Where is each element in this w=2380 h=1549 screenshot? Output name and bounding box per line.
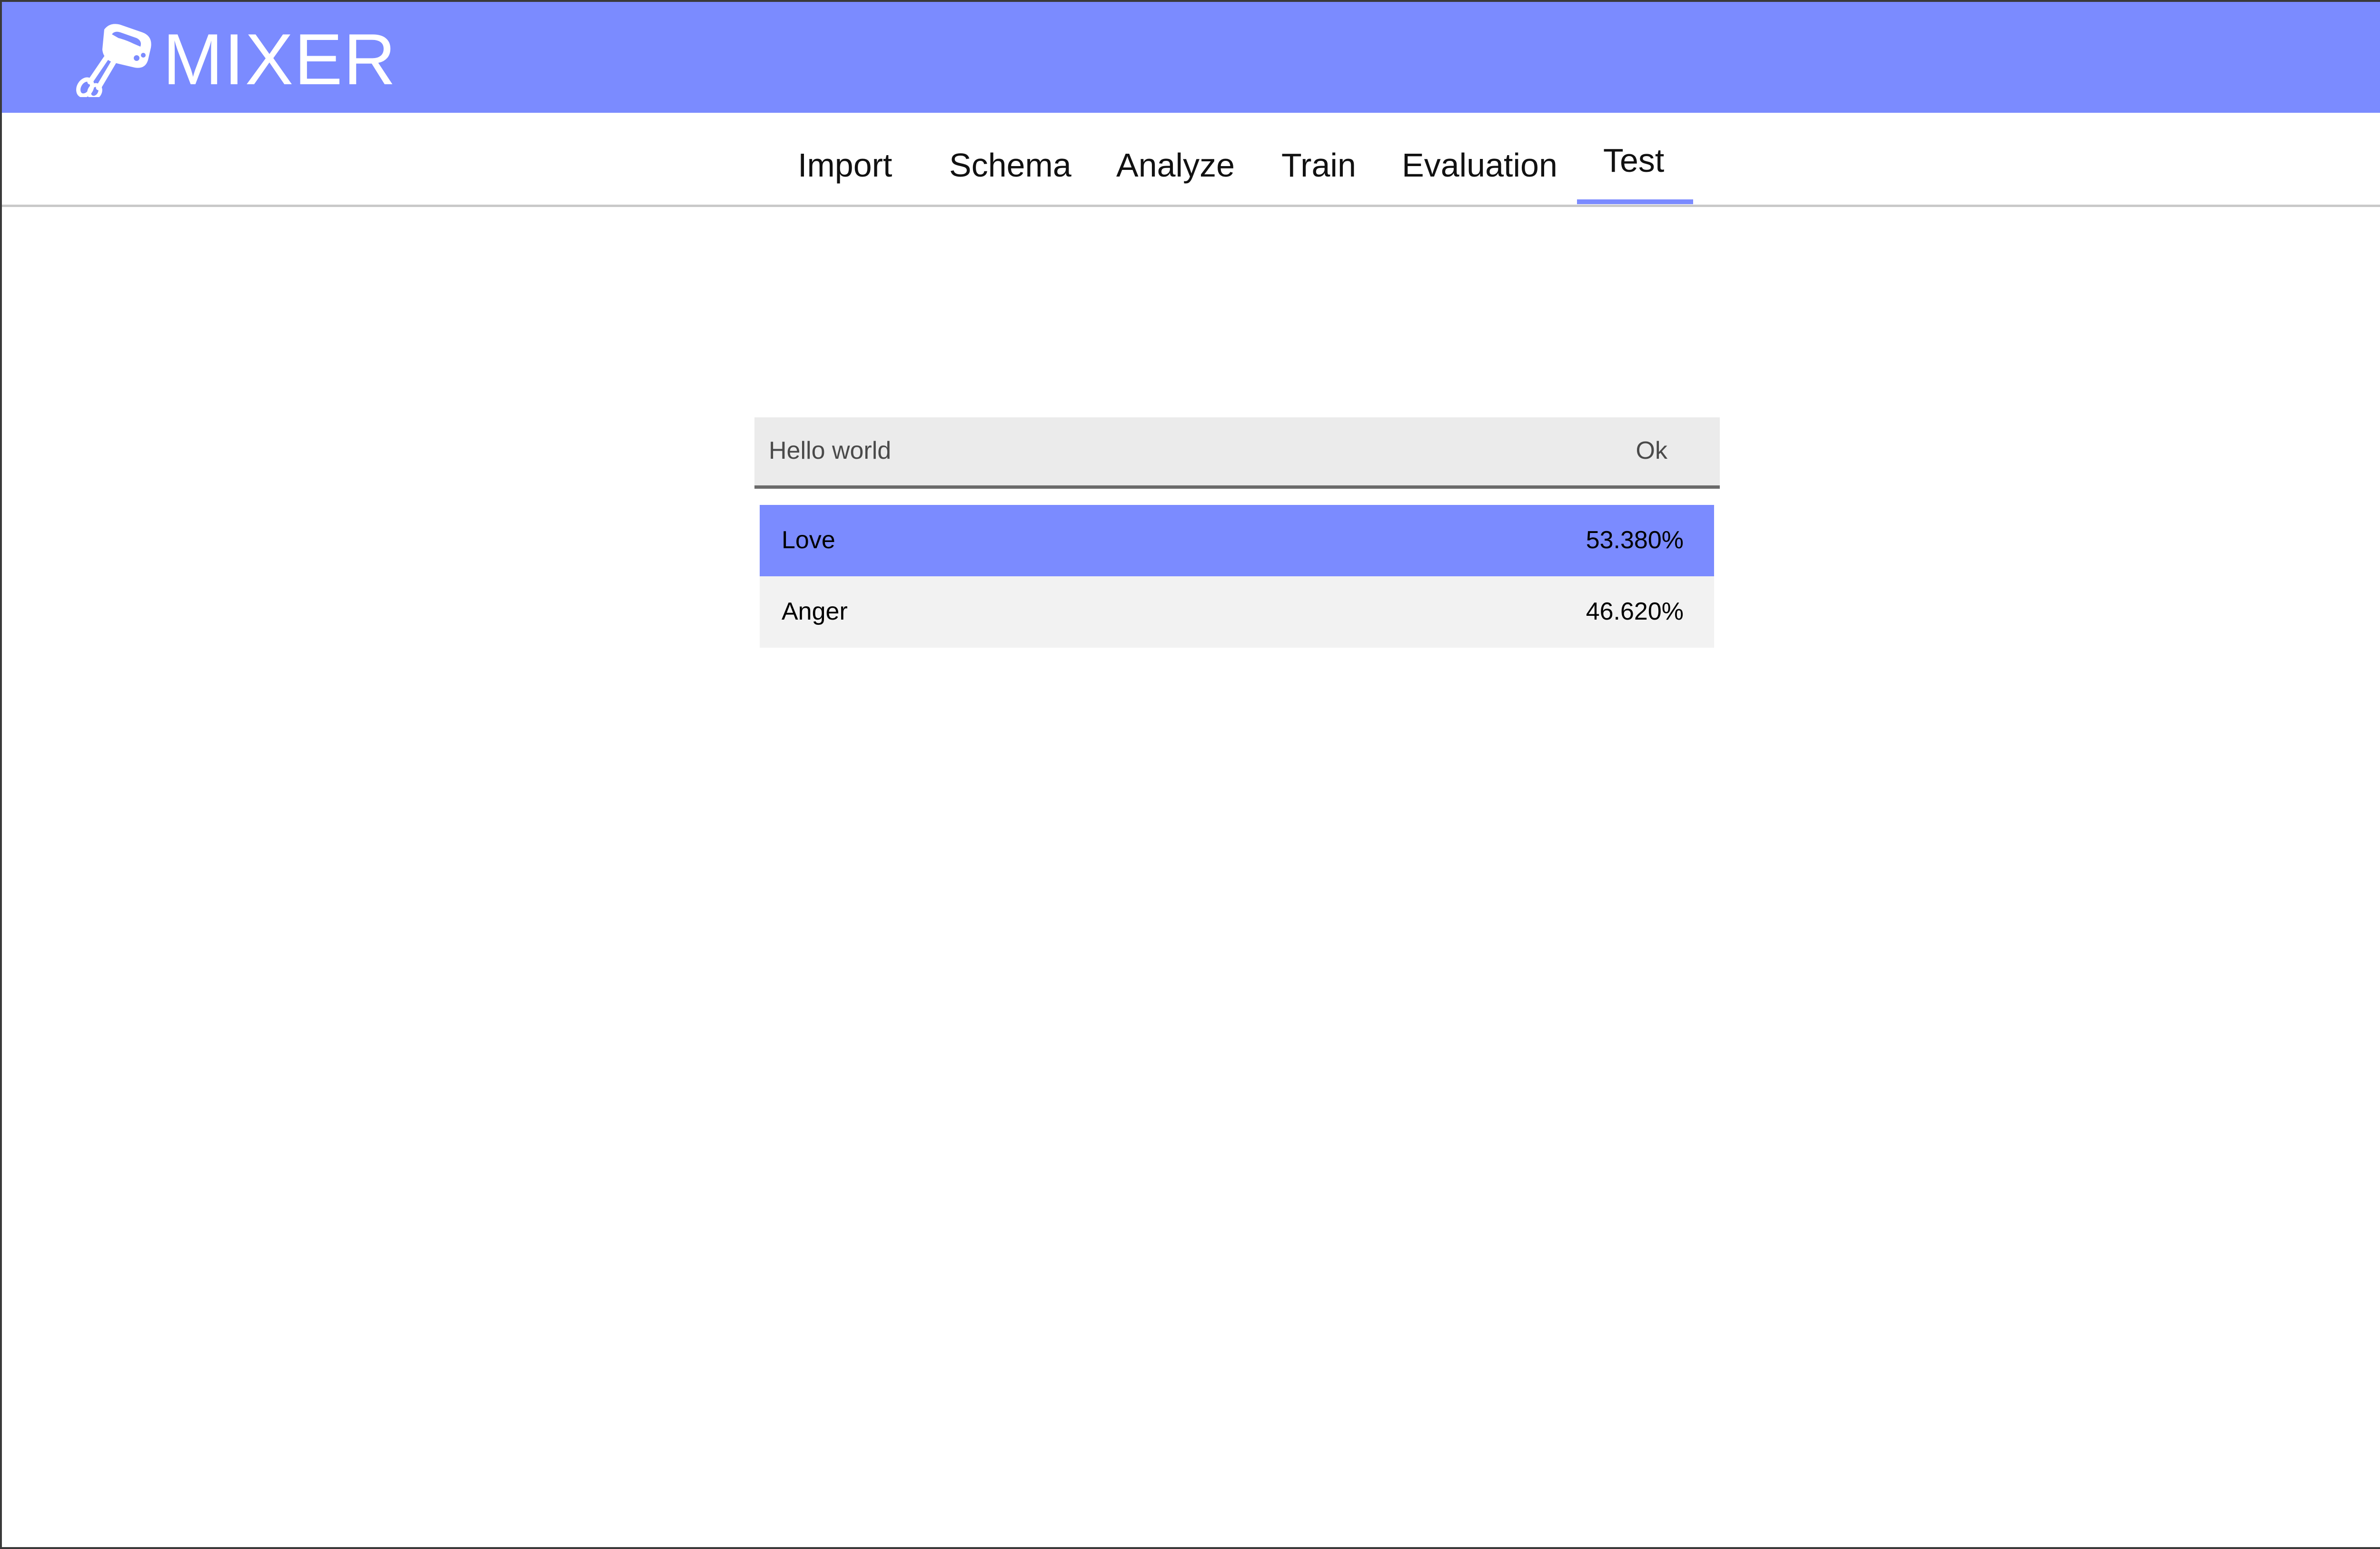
tab-schema[interactable]: Schema [949, 146, 1071, 184]
active-tab-indicator [1577, 199, 1693, 204]
test-query-bar: Hello world Ok [754, 417, 1720, 489]
app-title: MIXER [163, 19, 397, 100]
result-value: 53.380% [1586, 526, 1684, 554]
result-value: 46.620% [1586, 598, 1684, 625]
result-label: Anger [782, 598, 848, 625]
tab-evaluation[interactable]: Evaluation [1402, 146, 1557, 184]
result-label: Love [782, 526, 835, 554]
result-row[interactable]: Love 53.380% [760, 505, 1714, 576]
tab-train[interactable]: Train [1281, 146, 1356, 184]
tab-test[interactable]: Test [1603, 141, 1664, 179]
test-input[interactable]: Hello world [769, 436, 891, 465]
app-header: MIXER [2, 2, 2380, 113]
ok-button[interactable]: Ok [1636, 436, 1667, 465]
app-window: MIXER Import Schema Analyze Train Evalua… [0, 0, 2380, 1549]
result-row[interactable]: Anger 46.620% [760, 576, 1714, 648]
tab-analyze[interactable]: Analyze [1116, 146, 1235, 184]
prediction-results: Love 53.380% Anger 46.620% [760, 505, 1714, 648]
hand-mixer-icon [76, 24, 151, 97]
tab-import[interactable]: Import [798, 146, 892, 184]
main-tabs: Import Schema Analyze Train Evaluation T… [2, 113, 2380, 207]
